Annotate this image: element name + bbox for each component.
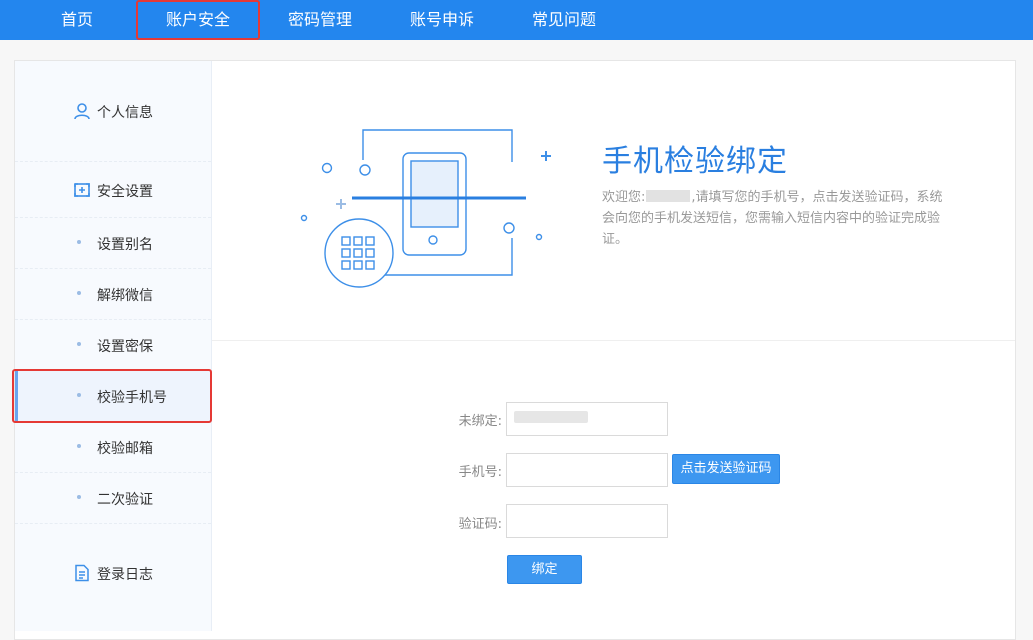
nav-item-home[interactable]: 首页 — [42, 0, 112, 40]
bullet-dot-icon — [77, 342, 81, 346]
sidebar: 个人信息 安全设置 设置别名 解绑微信 设置密保 校验手机号 校验邮箱 二次验证 — [15, 61, 212, 631]
sidebar-item-label: 校验邮箱 — [97, 441, 153, 457]
sidebar-item-label: 校验手机号 — [97, 390, 167, 406]
sidebar-item-security-settings[interactable]: 安全设置 — [15, 162, 211, 218]
page-title: 手机检验绑定 — [602, 144, 788, 179]
user-icon — [74, 103, 90, 120]
sidebar-item-label: 解绑微信 — [97, 288, 153, 304]
desc-prefix: 欢迎您: — [602, 190, 646, 205]
sidebar-item-label: 个人信息 — [97, 105, 153, 121]
document-icon — [75, 564, 89, 582]
nav-item-password-management[interactable]: 密码管理 — [278, 0, 362, 40]
send-code-button[interactable]: 点击发送验证码 — [672, 454, 780, 484]
code-label: 验证码: — [458, 517, 502, 532]
bind-button[interactable]: 绑定 — [507, 555, 582, 584]
sidebar-item-verify-email[interactable]: 校验邮箱 — [15, 422, 211, 473]
bullet-dot-icon — [77, 393, 81, 397]
masked-account-value — [514, 411, 588, 423]
sidebar-item-login-log[interactable]: 登录日志 — [15, 524, 211, 624]
sidebar-item-label: 二次验证 — [97, 492, 153, 508]
sidebar-item-two-factor[interactable]: 二次验证 — [15, 473, 211, 524]
masked-username — [646, 190, 691, 202]
shield-plus-icon — [74, 183, 90, 197]
sidebar-item-verify-phone[interactable]: 校验手机号 — [15, 371, 211, 422]
sidebar-item-set-alias[interactable]: 设置别名 — [15, 218, 211, 269]
nav-item-faq[interactable]: 常见问题 — [522, 0, 606, 40]
sidebar-item-label: 登录日志 — [97, 567, 153, 583]
nav-item-account-security[interactable]: 账户安全 — [136, 0, 260, 40]
nav-item-account-appeal[interactable]: 账号申诉 — [400, 0, 484, 40]
phone-verification-illustration — [300, 129, 551, 288]
page-description: 欢迎您: ,请填写您的手机号，点击发送验证码，系统会向您的手机发送短信，您需输入短… — [602, 187, 952, 250]
bullet-dot-icon — [77, 444, 81, 448]
bullet-dot-icon — [77, 240, 81, 244]
sidebar-item-label: 安全设置 — [97, 184, 153, 200]
sidebar-item-label: 设置别名 — [97, 237, 153, 253]
sidebar-item-personal-info[interactable]: 个人信息 — [15, 61, 211, 162]
bullet-dot-icon — [77, 495, 81, 499]
bullet-dot-icon — [77, 291, 81, 295]
unbound-label: 未绑定: — [458, 414, 502, 429]
phone-label: 手机号: — [458, 465, 502, 480]
section-divider — [212, 340, 1015, 341]
sidebar-item-security-question[interactable]: 设置密保 — [15, 320, 211, 371]
verification-code-input[interactable] — [506, 504, 668, 538]
top-nav-bar: 首页 账户安全 密码管理 账号申诉 常见问题 — [0, 0, 1033, 40]
sidebar-item-unbind-wechat[interactable]: 解绑微信 — [15, 269, 211, 320]
phone-input[interactable] — [506, 453, 668, 487]
sidebar-item-label: 设置密保 — [97, 339, 153, 355]
